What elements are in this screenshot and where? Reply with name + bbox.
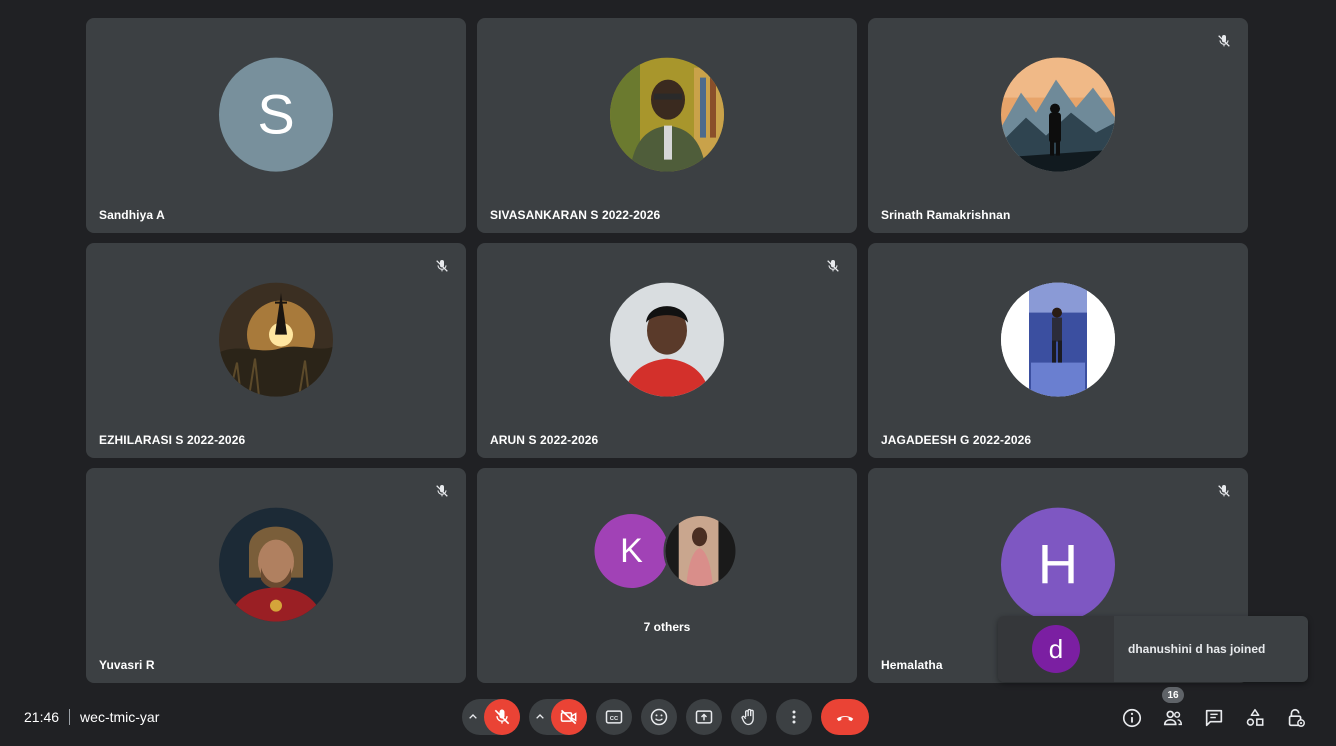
mic-control	[462, 699, 520, 735]
others-count: 7 others	[643, 620, 691, 634]
chevron-up-icon[interactable]	[462, 699, 484, 735]
participant-name: Sandhiya A	[99, 208, 165, 222]
participant-name: Srinath Ramakrishnan	[881, 208, 1011, 222]
participant-name: SIVASANKARAN S 2022-2026	[490, 208, 661, 222]
participant-tile[interactable]: EZHILARASI S 2022-2026	[86, 243, 466, 458]
person-photo-icon	[610, 282, 724, 397]
camera-control	[529, 699, 587, 735]
mic-off-icon	[432, 256, 452, 276]
captions-icon[interactable]: CC	[596, 699, 632, 735]
meeting-info: 21:46 wec-tmic-yar	[24, 707, 159, 727]
emoji-icon[interactable]	[641, 699, 677, 735]
avatar-letter: S	[257, 82, 295, 146]
camera-off-icon[interactable]	[551, 699, 587, 735]
divider	[69, 709, 71, 725]
person-photo-icon	[1001, 282, 1115, 397]
meeting-code[interactable]: wec-tmic-yar	[80, 709, 159, 725]
avatar: S	[219, 57, 333, 172]
toast-avatar-area: d	[998, 616, 1114, 682]
present-icon[interactable]	[686, 699, 722, 735]
person-photo-icon	[665, 516, 736, 586]
people-count-badge: 16	[1162, 687, 1184, 703]
participant-name: EZHILARASI S 2022-2026	[99, 433, 246, 447]
avatar-letter: d	[1048, 633, 1064, 664]
mic-off-icon	[1214, 481, 1234, 501]
svg-text:CC: CC	[610, 716, 619, 722]
chevron-up-icon[interactable]	[529, 699, 551, 735]
avatar: K	[594, 514, 669, 588]
participant-name: Yuvasri R	[99, 658, 155, 672]
toast-message: dhanushini d has joined	[1128, 642, 1266, 656]
call-controls: CC	[462, 699, 869, 735]
participant-tile[interactable]: Srinath Ramakrishnan	[868, 18, 1248, 233]
mic-off-icon	[1214, 31, 1234, 51]
meeting-time: 21:46	[24, 709, 60, 725]
mic-off-icon[interactable]	[484, 699, 520, 735]
participant-tile[interactable]: JAGADEESH G 2022-2026	[868, 243, 1248, 458]
avatar	[663, 514, 738, 588]
participant-tile[interactable]: SIVASANKARAN S 2022-2026	[477, 18, 857, 233]
sunset-photo-icon	[219, 282, 333, 397]
avatar: d	[1032, 625, 1080, 673]
person-photo-icon	[610, 57, 724, 172]
avatar	[610, 57, 724, 172]
avatar-letter: K	[620, 531, 643, 570]
avatar	[1001, 57, 1115, 172]
participant-grid: S Sandhiya A SIVASANKARAN S 2022-2026 Sr…	[86, 18, 1248, 683]
avatar	[219, 282, 333, 397]
others-avatars: K	[594, 514, 740, 592]
participant-name: JAGADEESH G 2022-2026	[881, 433, 1032, 447]
avatar	[219, 507, 333, 622]
info-icon[interactable]	[1120, 706, 1144, 730]
avatar: H	[1001, 507, 1115, 622]
raise-hand-icon[interactable]	[731, 699, 767, 735]
host-controls-icon[interactable]	[1284, 706, 1308, 730]
join-notification: d dhanushini d has joined	[998, 616, 1308, 682]
participant-tile[interactable]: Yuvasri R	[86, 468, 466, 683]
chat-icon[interactable]	[1202, 706, 1226, 730]
hero-photo-icon	[219, 507, 333, 622]
participant-name: ARUN S 2022-2026	[490, 433, 599, 447]
people-icon[interactable]: 16	[1161, 687, 1185, 730]
participant-name: Hemalatha	[881, 658, 943, 672]
mountain-photo-icon	[1001, 57, 1115, 172]
avatar	[1001, 282, 1115, 397]
more-options-icon[interactable]	[776, 699, 812, 735]
side-panel-controls: 16	[1120, 687, 1325, 730]
avatar	[610, 282, 724, 397]
end-call-icon[interactable]	[821, 699, 869, 735]
participant-tile[interactable]: ARUN S 2022-2026	[477, 243, 857, 458]
avatar-letter: H	[1037, 532, 1079, 596]
participant-tile[interactable]: S Sandhiya A	[86, 18, 466, 233]
mic-off-icon	[432, 481, 452, 501]
others-tile[interactable]: K 7 others	[477, 468, 857, 683]
activities-icon[interactable]	[1243, 706, 1267, 730]
mic-off-icon	[823, 256, 843, 276]
